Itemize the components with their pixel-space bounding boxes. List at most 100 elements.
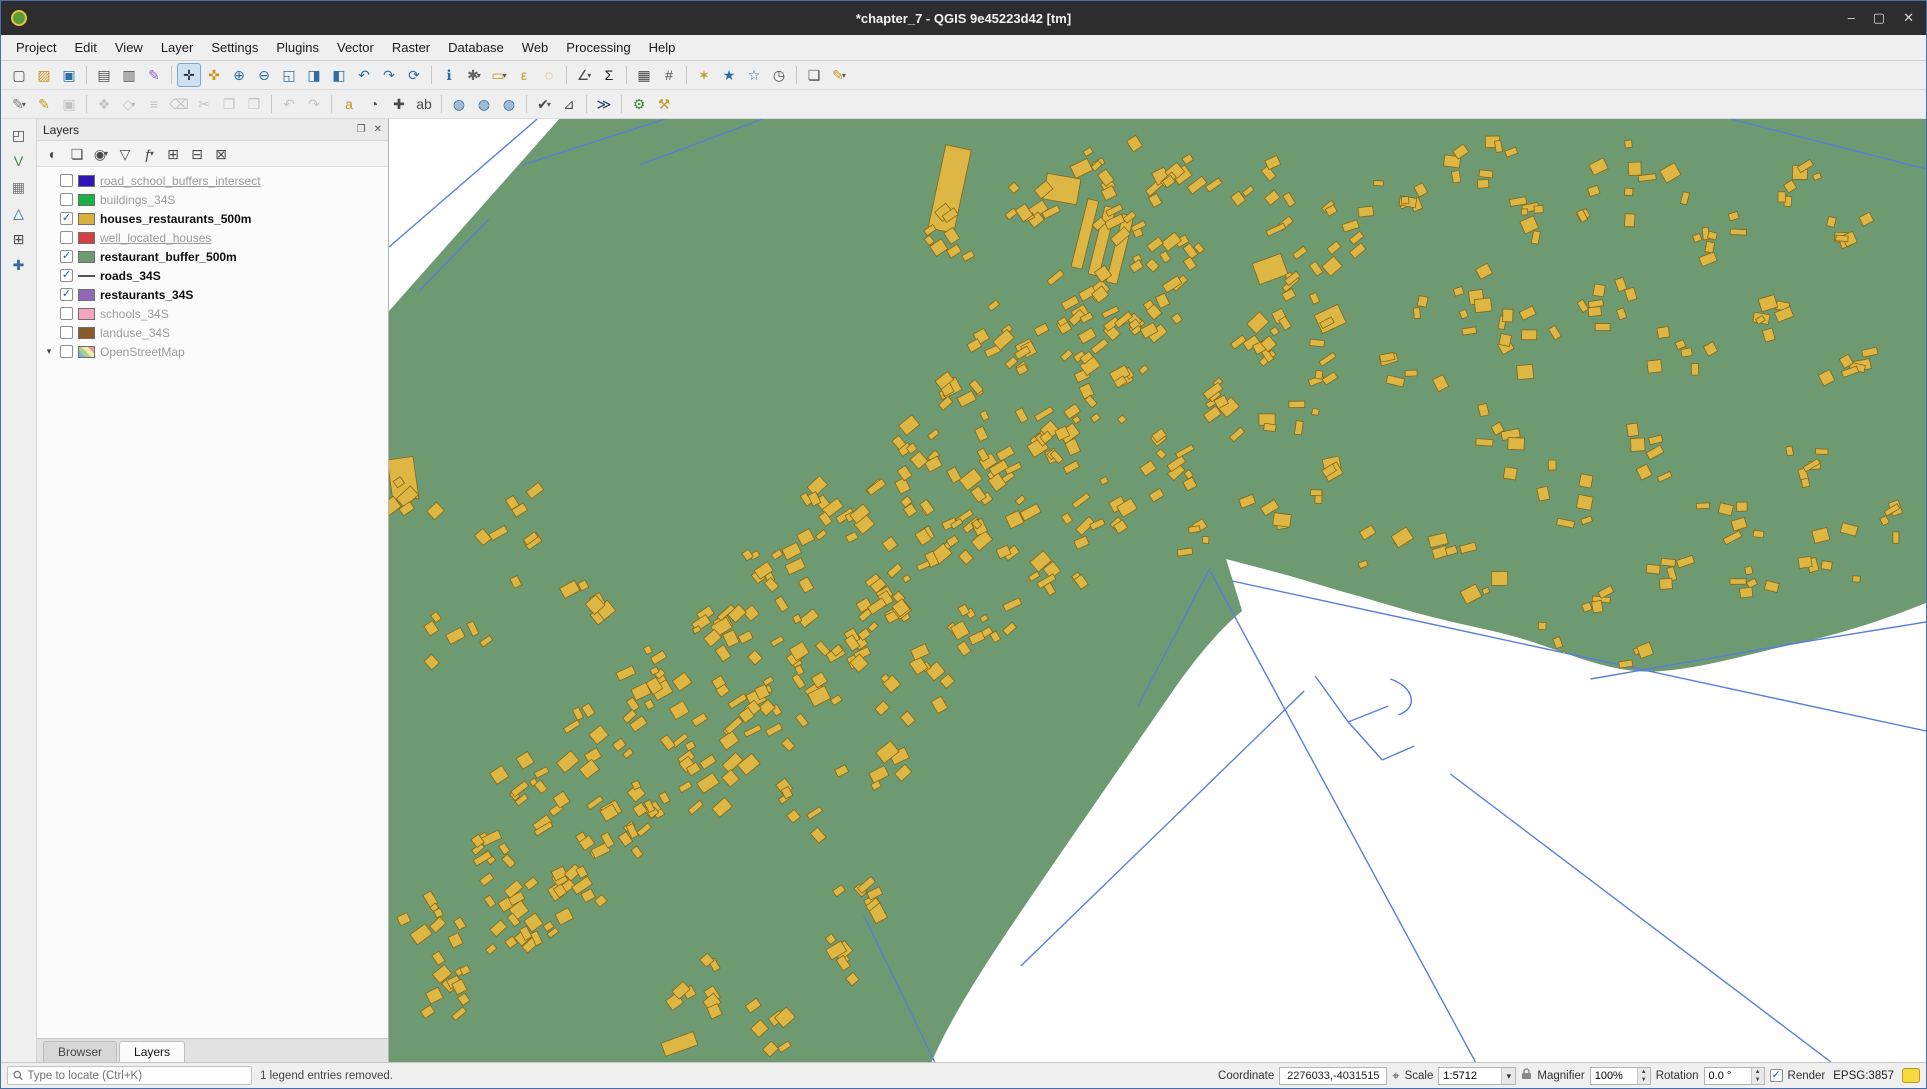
menu-help[interactable]: Help <box>640 37 685 58</box>
scale-input[interactable] <box>1439 1070 1501 1082</box>
menu-plugins[interactable]: Plugins <box>267 37 328 58</box>
layer-visibility-checkbox[interactable]: ✓ <box>60 250 73 263</box>
layer-visibility-checkbox[interactable] <box>60 326 73 339</box>
layer-label[interactable]: road_school_buffers_intersect <box>100 174 261 188</box>
show-bookmarks-button[interactable]: ☆ <box>742 63 766 87</box>
zoom-in-button[interactable]: ⊕ <box>227 63 251 87</box>
magnifier-input[interactable] <box>1591 1070 1637 1082</box>
pan-to-selection-button[interactable]: ✜ <box>202 63 226 87</box>
project-save-button[interactable]: ▣ <box>57 63 81 87</box>
layer-label[interactable]: landuse_34S <box>100 326 170 340</box>
layer-visibility-checkbox[interactable]: ✓ <box>60 212 73 225</box>
temporal-controller-button[interactable]: ◷ <box>767 63 791 87</box>
layer-item[interactable]: ✓houses_restaurants_500m <box>37 209 388 228</box>
rotation-up-arrow[interactable]: ▲ <box>1752 1068 1764 1076</box>
filter-by-expression-dropdown-arrow[interactable]: ▾ <box>150 149 154 158</box>
layer-visibility-checkbox[interactable] <box>60 174 73 187</box>
locate-box[interactable] <box>7 1066 252 1085</box>
collapse-all-button[interactable]: ⊟ <box>185 142 209 166</box>
topology-checker-button[interactable]: ⊿ <box>557 92 581 116</box>
render-checkbox[interactable]: ✓ <box>1770 1069 1783 1082</box>
menu-layer[interactable]: Layer <box>152 37 203 58</box>
menu-settings[interactable]: Settings <box>202 37 267 58</box>
data-source-manager-button[interactable]: ◰ <box>7 123 31 147</box>
copy-features-button[interactable]: ❐ <box>217 92 241 116</box>
layer-label[interactable]: restaurants_34S <box>100 288 193 302</box>
new-print-layout-button[interactable]: ▤ <box>92 63 116 87</box>
layer-label[interactable]: well_located_houses <box>100 231 211 245</box>
select-features-button[interactable]: ▭▾ <box>487 63 511 87</box>
layer-visibility-checkbox[interactable] <box>60 345 73 358</box>
add-mesh-layer-button[interactable]: △ <box>7 201 31 225</box>
locate-input[interactable] <box>27 1070 246 1082</box>
filter-by-expression-button[interactable]: ƒ▾ <box>137 142 161 166</box>
toggle-editing-button[interactable]: ✎ <box>32 92 56 116</box>
rotation-spinbox[interactable]: ▲▼ <box>1704 1067 1765 1085</box>
undo-button[interactable]: ↶ <box>277 92 301 116</box>
zoom-last-button[interactable]: ↶ <box>352 63 376 87</box>
layer-label[interactable]: buildings_34S <box>100 193 175 207</box>
layer-visibility-checkbox[interactable]: ✓ <box>60 288 73 301</box>
web-service-1-button[interactable]: ◍ <box>472 92 496 116</box>
zoom-to-layer-button[interactable]: ◧ <box>327 63 351 87</box>
panel-tab-browser[interactable]: Browser <box>43 1041 117 1062</box>
geometry-checker-button[interactable]: ✔▾ <box>532 92 556 116</box>
delete-selected-button[interactable]: ⌫ <box>167 92 191 116</box>
menu-edit[interactable]: Edit <box>65 37 105 58</box>
message-log-icon[interactable] <box>1902 1068 1920 1083</box>
zoom-out-button[interactable]: ⊖ <box>252 63 276 87</box>
layer-item[interactable]: schools_34S <box>37 304 388 323</box>
magnifier-up-arrow[interactable]: ▲ <box>1638 1068 1650 1076</box>
paste-features-button[interactable]: ❒ <box>242 92 266 116</box>
menu-processing[interactable]: Processing <box>557 37 639 58</box>
scale-combo[interactable]: ▾ <box>1438 1067 1516 1085</box>
menu-database[interactable]: Database <box>439 37 513 58</box>
layer-visibility-checkbox[interactable] <box>60 307 73 320</box>
remove-layer-button[interactable]: ⊠ <box>209 142 233 166</box>
deselect-all-button[interactable]: ◌ <box>537 63 561 87</box>
cut-features-button[interactable]: ✂ <box>192 92 216 116</box>
layer-visibility-checkbox[interactable] <box>60 231 73 244</box>
layer-item[interactable]: buildings_34S <box>37 190 388 209</box>
refresh-map-button[interactable]: ⟳ <box>402 63 426 87</box>
menu-view[interactable]: View <box>106 37 152 58</box>
layer-item[interactable]: ✓ restaurants_34S <box>37 285 388 304</box>
new-shapefile-button[interactable]: ✚ <box>7 253 31 277</box>
save-layer-edits-button[interactable]: ▣ <box>57 92 81 116</box>
layer-diagram-button[interactable]: ◔ <box>362 92 386 116</box>
layer-label[interactable]: roads_34S <box>100 269 161 283</box>
layer-item[interactable]: road_school_buffers_intersect <box>37 171 388 190</box>
coordinate-input[interactable] <box>1279 1067 1387 1085</box>
style-manager-button[interactable]: ✎ <box>142 63 166 87</box>
redo-button[interactable]: ↷ <box>302 92 326 116</box>
new-bookmark-button[interactable]: ★ <box>717 63 741 87</box>
pan-map-button[interactable]: ✛ <box>177 63 201 87</box>
zoom-next-button[interactable]: ↷ <box>377 63 401 87</box>
map-tips-button[interactable]: ✶ <box>692 63 716 87</box>
project-open-button[interactable]: ▨ <box>32 63 56 87</box>
layer-expander-icon[interactable]: ▾ <box>43 346 55 357</box>
python-console-button[interactable]: ≫ <box>592 92 616 116</box>
add-group-button[interactable]: ❏ <box>65 142 89 166</box>
layer-item[interactable]: ▾ OpenStreetMap <box>37 342 388 361</box>
run-feature-action-dropdown-arrow[interactable]: ▾ <box>477 71 481 80</box>
web-service-2-button[interactable]: ◍ <box>497 92 521 116</box>
layer-visibility-checkbox[interactable] <box>60 193 73 206</box>
layer-label[interactable]: restaurant_buffer_500m <box>100 250 237 264</box>
statistical-summary-button[interactable]: Σ <box>597 63 621 87</box>
metasearch-button[interactable]: ◍ <box>447 92 471 116</box>
layer-label[interactable]: OpenStreetMap <box>100 345 185 359</box>
measure-button[interactable]: ∠▾ <box>572 63 596 87</box>
filter-legend-button[interactable]: ▽ <box>113 142 137 166</box>
field-calculator-button[interactable]: # <box>657 63 681 87</box>
extents-toggle-icon[interactable]: ⌖ <box>1392 1068 1399 1084</box>
zoom-to-selection-button[interactable]: ◨ <box>302 63 326 87</box>
layer-visibility-checkbox[interactable]: ✓ <box>60 269 73 282</box>
run-feature-action-button[interactable]: ✱▾ <box>462 63 486 87</box>
crs-button[interactable]: EPSG:3857 <box>1830 1070 1897 1082</box>
add-vector-layer-button[interactable]: V <box>7 149 31 173</box>
add-feature-button[interactable]: ❖ <box>92 92 116 116</box>
measure-dropdown-arrow[interactable]: ▾ <box>587 71 591 80</box>
menu-raster[interactable]: Raster <box>383 37 439 58</box>
layer-item[interactable]: well_located_houses <box>37 228 388 247</box>
